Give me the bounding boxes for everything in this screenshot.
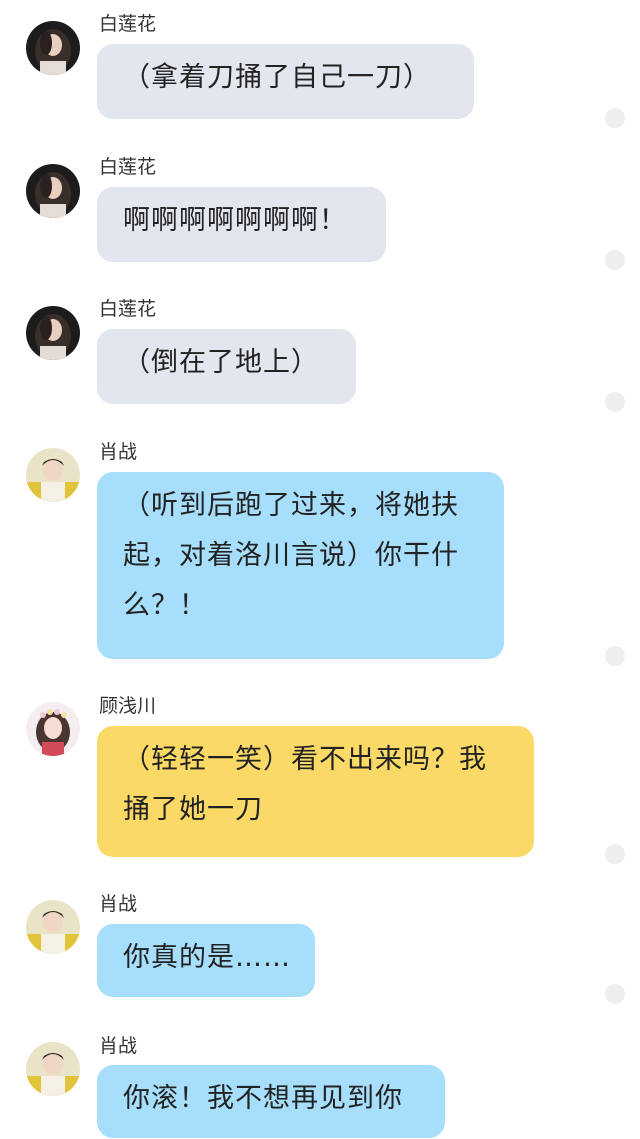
- avatar[interactable]: [26, 1042, 80, 1096]
- message-item: 肖战 （听到后跑了过来，将她扶起，对着洛川言说）你干什么？！: [0, 426, 640, 678]
- select-radio[interactable]: [605, 984, 625, 1004]
- message-bubble[interactable]: （听到后跑了过来，将她扶起，对着洛川言说）你干什么？！: [97, 472, 504, 659]
- select-radio[interactable]: [605, 844, 625, 864]
- avatar[interactable]: [26, 21, 80, 75]
- sender-name: 白莲花: [99, 298, 157, 320]
- message-bubble[interactable]: 啊啊啊啊啊啊啊！: [97, 187, 386, 262]
- message-item: 白莲花 （拿着刀捅了自己一刀）: [0, 0, 640, 140]
- avatar[interactable]: [26, 448, 80, 502]
- sender-name: 肖战: [99, 441, 138, 463]
- message-item: 顾浅川 （轻轻一笑）看不出来吗？我捅了她一刀: [0, 680, 640, 880]
- select-radio[interactable]: [605, 646, 625, 666]
- message-item: 白莲花 （倒在了地上）: [0, 284, 640, 424]
- sender-name: 白莲花: [99, 13, 157, 35]
- avatar[interactable]: [26, 900, 80, 954]
- message-item: 肖战 你真的是……: [0, 882, 640, 1022]
- select-radio[interactable]: [605, 392, 625, 412]
- sender-name: 顾浅川: [99, 695, 157, 717]
- message-bubble[interactable]: 你真的是……: [97, 924, 315, 997]
- avatar[interactable]: [26, 702, 80, 756]
- avatar[interactable]: [26, 306, 80, 360]
- avatar[interactable]: [26, 164, 80, 218]
- message-bubble[interactable]: （轻轻一笑）看不出来吗？我捅了她一刀: [97, 726, 534, 857]
- chat-message-list[interactable]: 白莲花 （拿着刀捅了自己一刀） 白莲花 啊啊啊啊啊啊啊！ 白莲花 （倒在了地上）…: [0, 0, 640, 1139]
- select-radio[interactable]: [605, 108, 625, 128]
- message-bubble[interactable]: （拿着刀捅了自己一刀）: [97, 44, 474, 119]
- message-bubble[interactable]: 你滚！我不想再见到你: [97, 1065, 445, 1138]
- sender-name: 肖战: [99, 1035, 138, 1057]
- select-radio[interactable]: [605, 250, 625, 270]
- sender-name: 白莲花: [99, 156, 157, 178]
- message-item: 肖战 你滚！我不想再见到你: [0, 1024, 640, 1139]
- message-bubble[interactable]: （倒在了地上）: [97, 329, 356, 404]
- message-item: 白莲花 啊啊啊啊啊啊啊！: [0, 142, 640, 282]
- sender-name: 肖战: [99, 893, 138, 915]
